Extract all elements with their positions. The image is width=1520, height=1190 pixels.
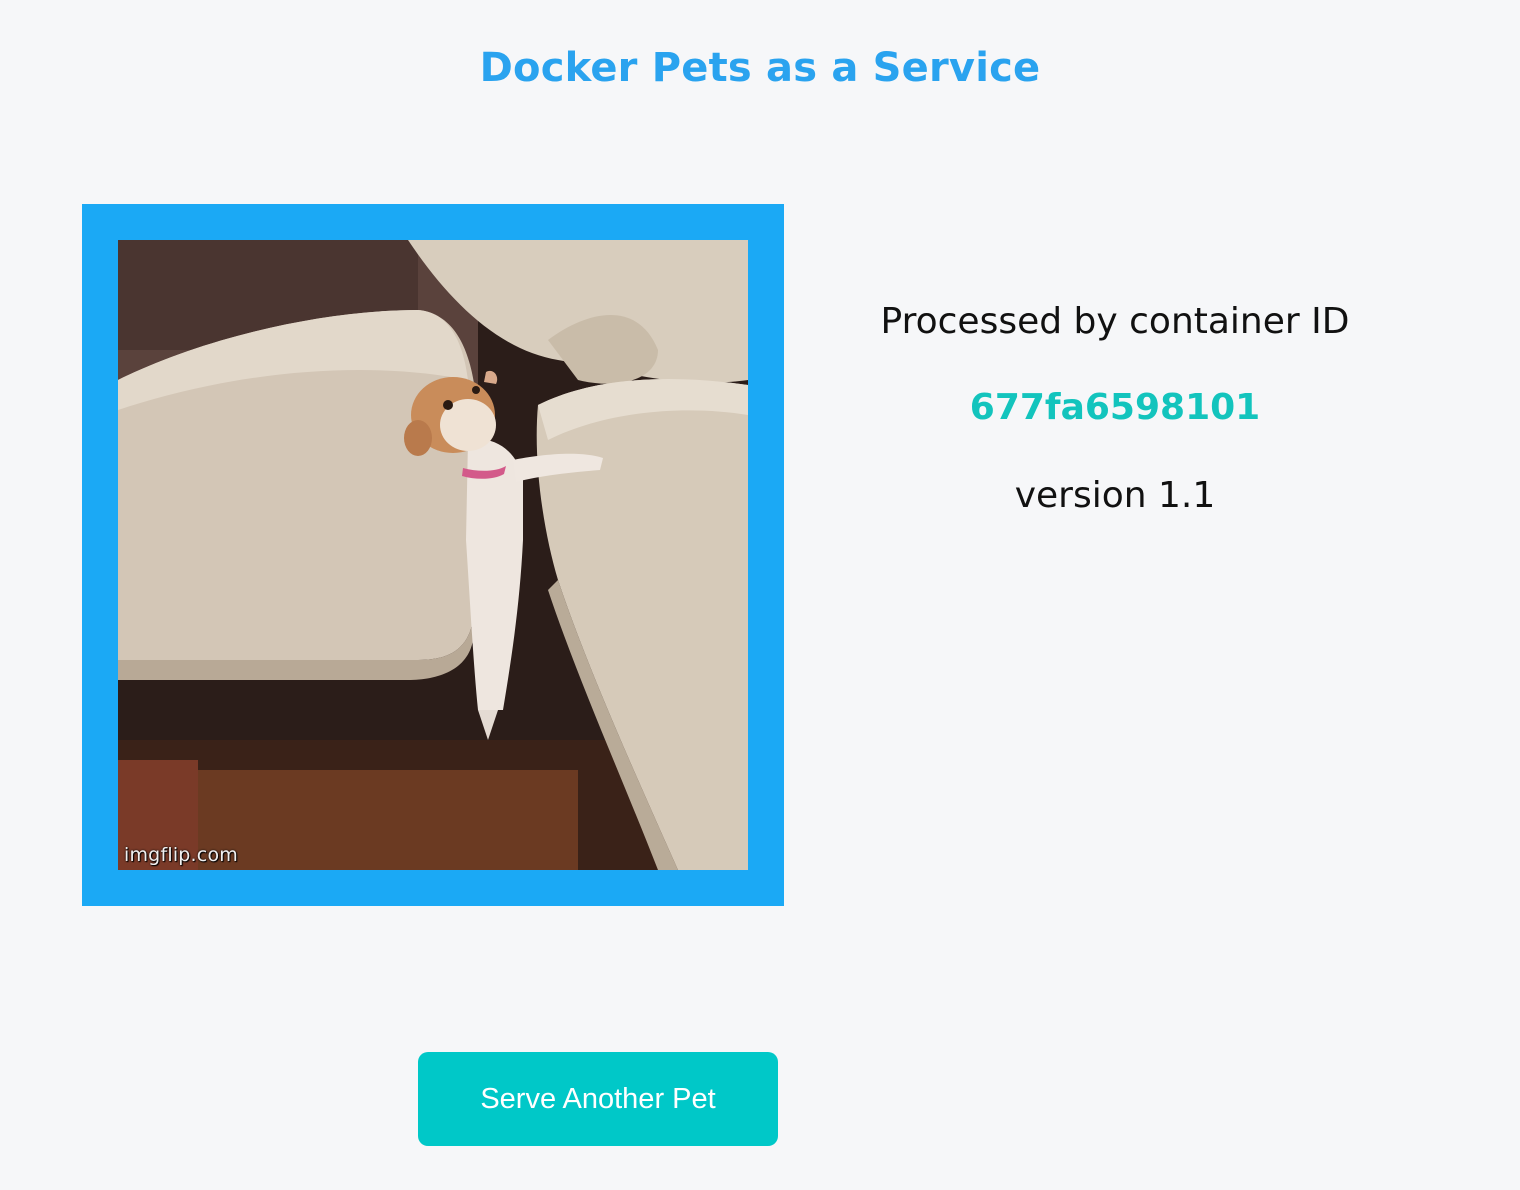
processed-by-label: Processed by container ID [880, 301, 1350, 342]
pet-image-frame: imgflip.com [82, 204, 784, 906]
image-watermark: imgflip.com [124, 844, 238, 866]
pet-photo-illustration [118, 240, 748, 870]
page: Docker Pets as a Service imgflip.com Pro… [0, 0, 1520, 1190]
serve-another-pet-button[interactable]: Serve Another Pet [418, 1052, 778, 1146]
container-id: 677fa6598101 [969, 387, 1261, 428]
pet-image: imgflip.com [118, 240, 748, 870]
page-title: Docker Pets as a Service [479, 45, 1041, 91]
version-label: version 1.1 [1014, 475, 1216, 516]
